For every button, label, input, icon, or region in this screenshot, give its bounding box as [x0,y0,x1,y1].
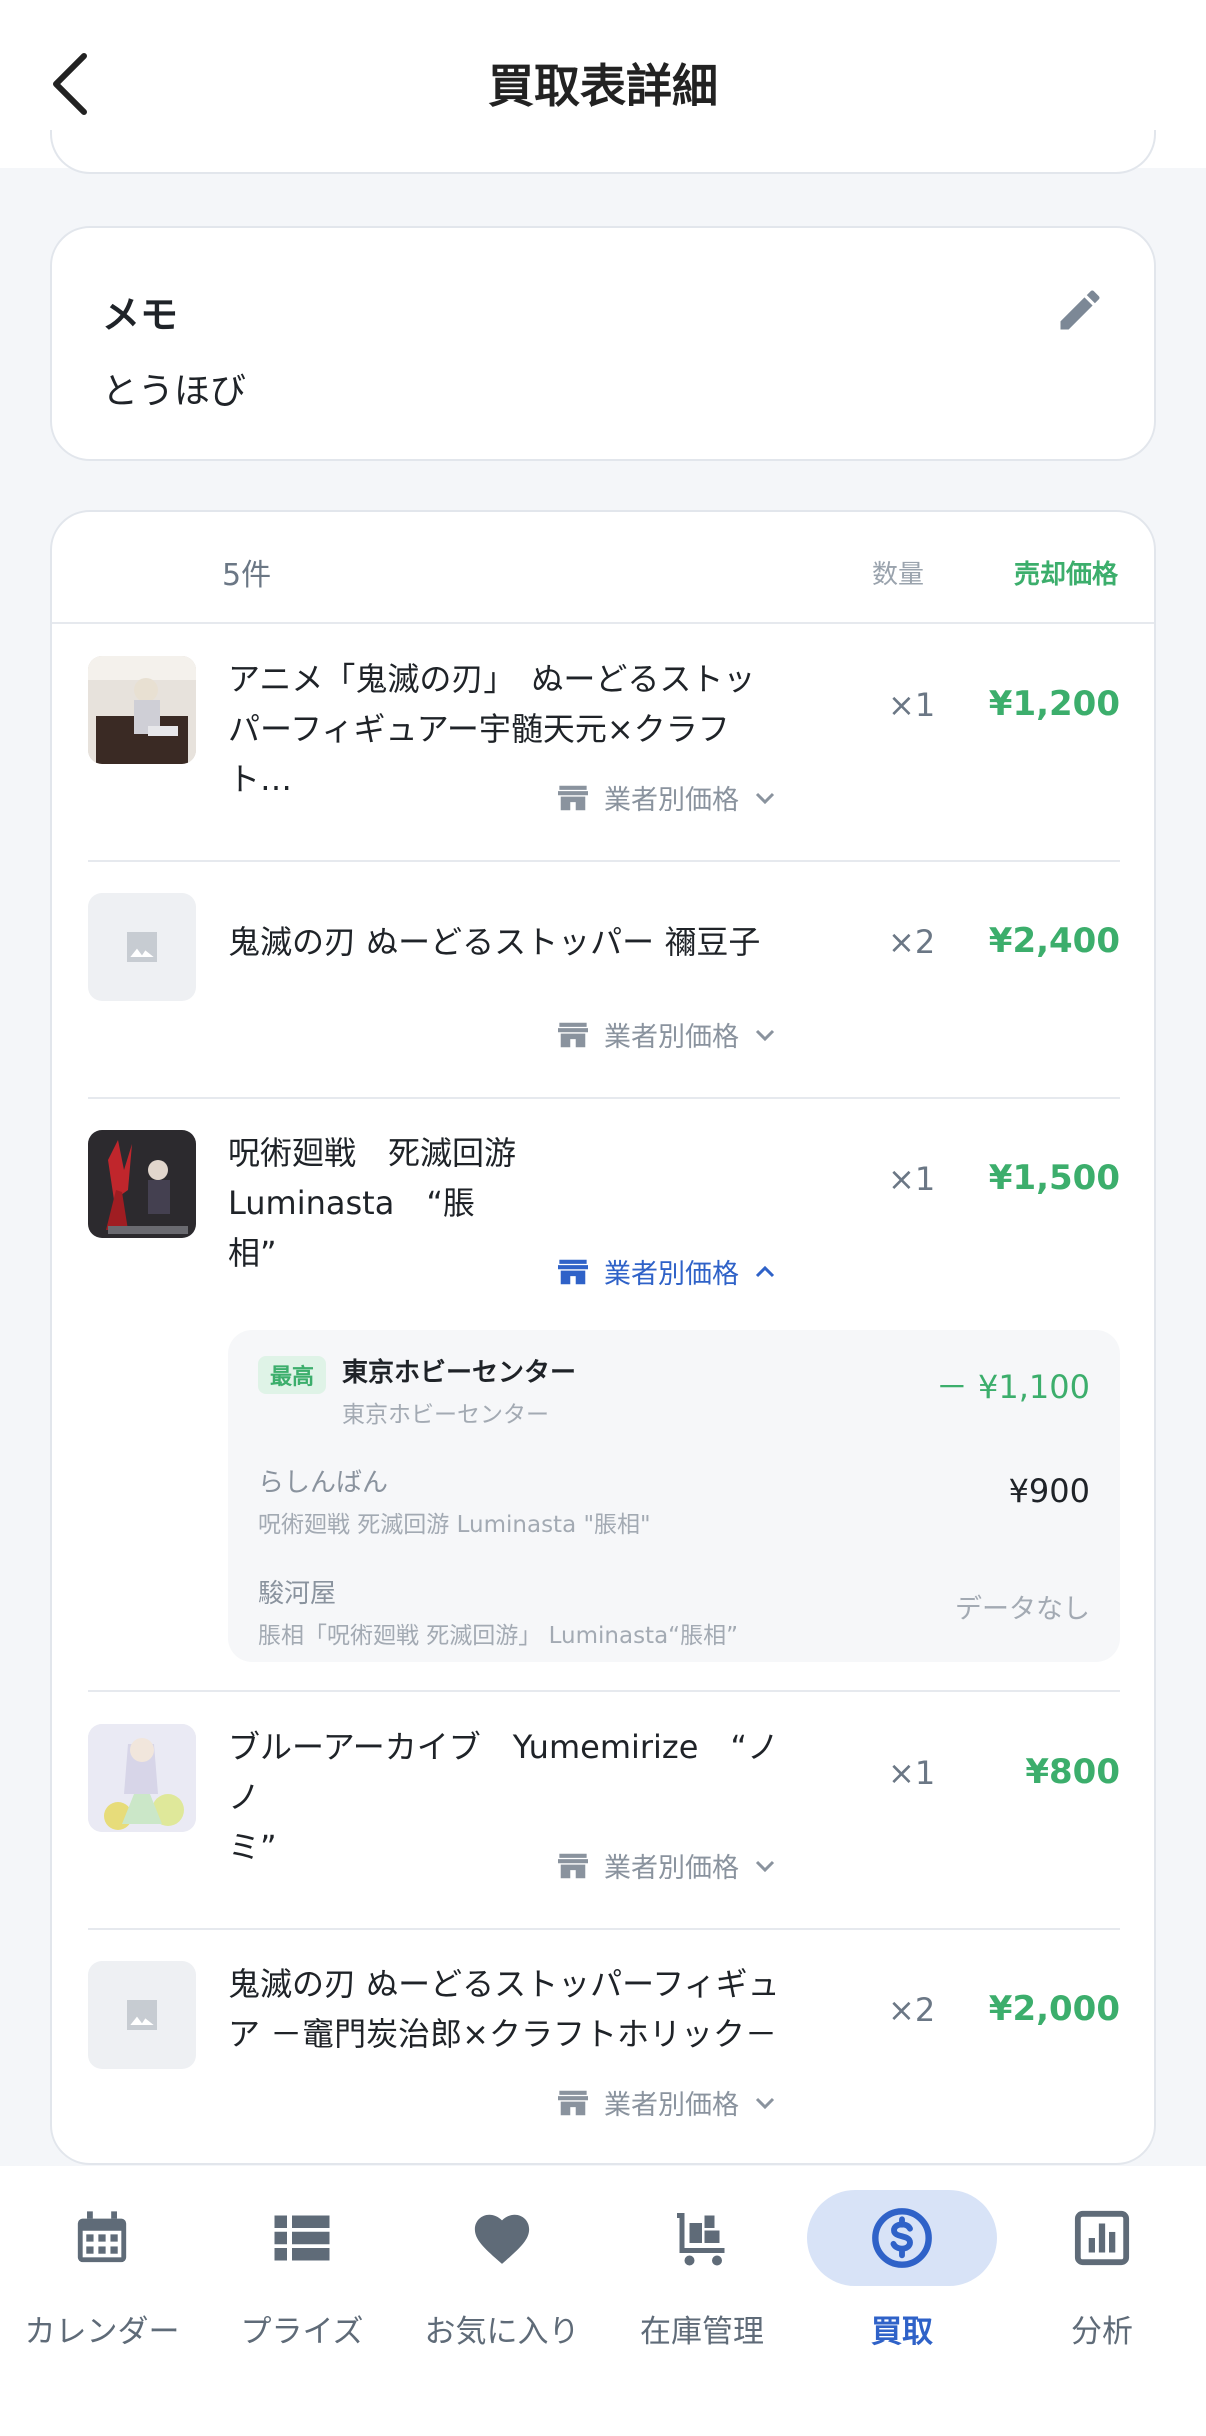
memo-text: とうほび [102,371,247,412]
item-name: 鬼滅の刃 ぬーどるストッパー 禰豆子 [228,923,761,961]
divider [88,860,1120,862]
sale-price-column-header: 売却価格 [1013,560,1118,590]
tab-label: プライズ [240,2314,364,2350]
image-placeholder [88,1961,196,2069]
store-icon [558,1853,588,1878]
page-title: 買取表詳細 [488,59,718,113]
tab-label: 在庫管理 [640,2314,764,2350]
vendor-price: ¥900 [1008,1472,1090,1510]
item-price: ¥1,500 [988,1158,1120,1198]
items-card: 5件 数量 売却価格 アニメ「鬼滅の刃」 ぬーどるストッ パーフィギュアー宇髄天… [50,510,1156,2165]
divider [88,1097,1120,1099]
store-icon [558,785,588,810]
list-icon [274,2215,330,2261]
vendor-price-toggle[interactable]: 業者別価格 [556,778,777,817]
item-quantity: ×2 [888,923,936,961]
chevron-down-icon [755,1029,775,1041]
item-price: ¥2,000 [988,1989,1120,2029]
item-quantity: ×1 [888,1754,936,1792]
vendor-price-toggle[interactable]: 業者別価格 [556,1846,777,1885]
item-quantity: ×2 [888,1991,936,2029]
tab-buyback[interactable]: 買取 [802,2190,1002,2370]
chart-icon [1074,2210,1130,2266]
item-thumbnail [88,1724,196,1832]
vendor-row: 最高 東京ホビーセンター 東京ホビーセンター － ¥1,100 [258,1352,1090,1428]
chevron-up-icon [755,1265,775,1277]
edit-memo-button[interactable] [1050,280,1110,340]
divider [88,1928,1120,1930]
vendor-row: らしんばん 呪術廻戦 死滅回游 Luminasta "脹相" ¥900 [258,1462,1090,1538]
tab-label: 分析 [1071,2314,1133,2350]
vendor-row: 駿河屋 脹相「呪術廻戦 死滅回游」 Luminasta“脹相” データなし [258,1573,1090,1649]
image-icon [127,2000,157,2030]
dollar-icon [872,2208,932,2268]
vendor-price-toggle[interactable]: 業者別価格 [556,2083,777,2122]
item-price: ¥800 [1025,1752,1120,1792]
vendor-price-panel: 最高 東京ホビーセンター 東京ホビーセンター － ¥1,100 らしんばん 呪術… [228,1330,1120,1662]
list-item[interactable]: 鬼滅の刃 ぬーどるストッパー 禰豆子 ×2 ¥2,400 業者別価格 [88,893,1120,1093]
divider [88,1690,1120,1692]
memo-card: メモ とうほび [50,226,1156,461]
tab-inventory[interactable]: 在庫管理 [602,2190,802,2370]
item-price: ¥1,200 [988,684,1120,724]
highest-badge: 最高 [258,1356,326,1394]
tab-prizes[interactable]: プライズ [202,2190,402,2370]
vendor-price: － ¥1,100 [935,1368,1090,1406]
tab-label: 買取 [871,2314,933,2350]
quantity-column-header: 数量 [872,560,925,590]
image-placeholder [88,893,196,1001]
item-name: 鬼滅の刃 ぬーどるストッパーフィギュ ア －竈門炭治郎×クラフトホリック－ [228,1965,780,2053]
calendar-icon [77,2211,127,2263]
heart-icon [474,2214,530,2264]
item-thumbnail [88,656,196,764]
chevron-down-icon [755,792,775,804]
list-item[interactable]: 鬼滅の刃 ぬーどるストッパーフィギュ ア －竈門炭治郎×クラフトホリック－ ×2… [88,1961,1120,2161]
image-icon [127,932,157,962]
cart-icon [677,2213,725,2266]
bottom-tab-bar: カレンダー プライズ お気に入り 在庫管理 買取 分析 [0,2166,1206,2436]
vendor-item-name: 呪術廻戦 死滅回游 Luminasta "脹相" [258,1512,651,1538]
vendor-price-toggle[interactable]: 業者別価格 [556,1252,777,1291]
tab-calendar[interactable]: カレンダー [2,2190,202,2370]
chevron-down-icon [755,1860,775,1872]
tab-analytics[interactable]: 分析 [1002,2190,1202,2370]
memo-title: メモ [102,293,179,337]
tab-label: お気に入り [424,2314,580,2350]
item-count: 5件 [222,558,272,593]
previous-card-edge [50,130,1156,174]
list-item[interactable]: ブルーアーカイブ Yumemirize “ノノ ミ” ×1 ¥800 業者別価格 [88,1724,1120,1924]
list-item[interactable]: 呪術廻戦 死滅回游 Luminasta “脹 相” ×1 ¥1,500 業者別価… [88,1130,1120,1330]
vendor-price-toggle[interactable]: 業者別価格 [556,1015,777,1054]
tab-favorites[interactable]: お気に入り [402,2190,602,2370]
item-price: ¥2,400 [988,921,1120,961]
vendor-price: データなし [955,1594,1090,1625]
item-quantity: ×1 [888,686,936,724]
tab-label: カレンダー [24,2314,180,2350]
vendor-name: らしんばん [258,1468,389,1498]
list-item[interactable]: アニメ「鬼滅の刃」 ぬーどるストッ パーフィギュアー宇髄天元×クラフト… ×1 … [88,656,1120,856]
store-icon [558,1259,588,1284]
vendor-name: 東京ホビーセンター [342,1358,577,1388]
chevron-down-icon [755,2097,775,2109]
item-quantity: ×1 [888,1160,936,1198]
pencil-icon [1060,290,1100,330]
items-header: 5件 数量 売却価格 [52,512,1154,624]
item-thumbnail [88,1130,196,1238]
store-icon [558,2090,588,2115]
vendor-item-name: 東京ホビーセンター [342,1402,549,1428]
store-icon [558,1022,588,1047]
